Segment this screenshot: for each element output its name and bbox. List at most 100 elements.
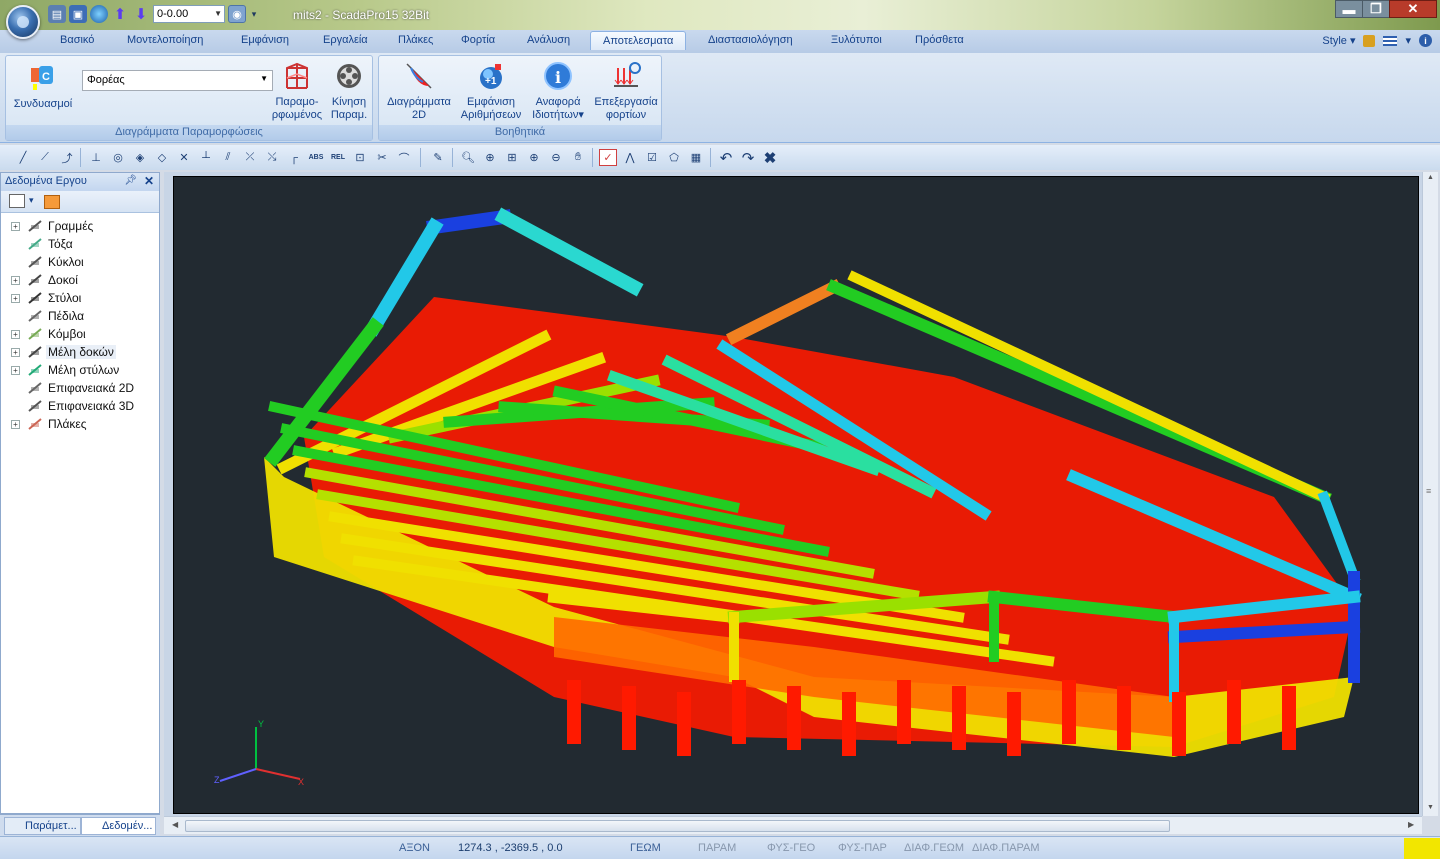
chevron-down-icon[interactable]: ▾ bbox=[1405, 34, 1411, 47]
status-param[interactable]: ΠΑΡΑΜ bbox=[698, 842, 736, 854]
tab-tools[interactable]: Εργαλεία bbox=[323, 34, 368, 46]
help-icon[interactable]: i bbox=[1419, 34, 1432, 47]
tab-analysis[interactable]: Ανάλυση bbox=[527, 34, 570, 46]
cut-icon[interactable]: ✂ bbox=[373, 149, 391, 166]
edit-loads-button[interactable]: Επεξεργασία φορτίων bbox=[591, 60, 661, 122]
tab-design[interactable]: Διαστασιολόγηση bbox=[708, 34, 793, 46]
zoom-window-icon[interactable]: ⊞ bbox=[503, 149, 521, 166]
status-diaf-param[interactable]: ΔΙΑΦ.ΠΑΡΑΜ bbox=[972, 842, 1040, 854]
tab-parameters[interactable]: Παράμετ... bbox=[4, 817, 81, 835]
expand-icon[interactable]: + bbox=[11, 420, 20, 429]
view-eye-icon[interactable]: ◉ bbox=[228, 5, 246, 23]
abs-coords-icon[interactable]: ABS bbox=[307, 149, 325, 166]
check-line-icon[interactable]: ⋀ bbox=[621, 149, 639, 166]
zoom-out-icon[interactable]: ⊖ bbox=[547, 149, 565, 166]
node-snap-icon[interactable]: ⊡ bbox=[351, 149, 369, 166]
scroll-thumb[interactable] bbox=[185, 820, 1170, 832]
tangent-snap-icon[interactable]: ◇ bbox=[153, 149, 171, 166]
pen-icon[interactable]: ✎ bbox=[429, 149, 447, 166]
check-icon[interactable]: ✓ bbox=[599, 149, 617, 166]
tab-basic[interactable]: Βασικό bbox=[60, 34, 94, 46]
zoom-extents-icon[interactable]: ⊕ bbox=[525, 149, 543, 166]
grid-icon[interactable]: ▦ bbox=[687, 149, 705, 166]
language-flag-icon[interactable] bbox=[1383, 35, 1398, 46]
apparent-intersection-icon[interactable]: ⤫ bbox=[241, 149, 259, 166]
midpoint-snap-icon[interactable]: ┴ bbox=[197, 149, 215, 166]
expand-icon[interactable]: + bbox=[11, 294, 20, 303]
expand-icon[interactable]: + bbox=[11, 330, 20, 339]
polyline-tool-icon[interactable]: ⟋ bbox=[36, 149, 54, 166]
check-shape-icon[interactable]: ⬠ bbox=[665, 149, 683, 166]
tree-item[interactable]: Πέδιλα bbox=[1, 307, 159, 325]
combinations-button[interactable]: C Συνδυασμοί bbox=[8, 62, 78, 111]
delete-icon[interactable]: ✖ bbox=[761, 149, 779, 167]
tab-formwork[interactable]: Ξυλότυποι bbox=[831, 34, 882, 46]
check-box-icon[interactable]: ☑ bbox=[643, 149, 661, 166]
tab-modeling[interactable]: Μοντελοποίηση bbox=[127, 34, 203, 46]
chevron-down-icon[interactable]: ▾ bbox=[29, 195, 34, 206]
motion-button[interactable]: Κίνηση Παραμ. bbox=[326, 60, 372, 122]
print-icon[interactable]: ▤ bbox=[48, 5, 66, 23]
intersection-snap-icon[interactable]: ✕ bbox=[175, 149, 193, 166]
horizontal-scrollbar[interactable]: ◀ ▶ bbox=[164, 816, 1422, 834]
show-numbering-button[interactable]: +1 Εμφάνιση Αριθμήσεων bbox=[457, 60, 525, 122]
tree-item[interactable]: + Μέλη στύλων bbox=[1, 361, 159, 379]
scroll-left-icon[interactable]: ◀ bbox=[172, 820, 178, 829]
parallel-snap-icon[interactable]: ⫽ bbox=[219, 149, 237, 166]
tree-item[interactable]: + Γραμμές bbox=[1, 217, 159, 235]
expand-icon[interactable]: + bbox=[11, 276, 20, 285]
tree-item[interactable]: + Μέλη δοκών bbox=[1, 343, 159, 361]
status-fys-par[interactable]: ΦΥΣ-ΠΑΡ bbox=[838, 842, 887, 854]
customize-qat-icon[interactable]: ▾ bbox=[249, 5, 259, 23]
pan-icon[interactable]: ✋︎ bbox=[569, 149, 587, 166]
center-snap-icon[interactable]: ◎ bbox=[109, 149, 127, 166]
scroll-down-icon[interactable]: ▼ bbox=[1427, 804, 1434, 811]
scroll-right-icon[interactable]: ▶ bbox=[1408, 820, 1414, 829]
zoom-icon[interactable]: 🔍︎ bbox=[459, 149, 477, 166]
status-fys-geo[interactable]: ΦΥΣ-ΓΕΟ bbox=[767, 842, 815, 854]
style-menu[interactable]: Style ▾ bbox=[1322, 34, 1355, 47]
expand-icon[interactable]: + bbox=[11, 222, 20, 231]
diagrams-2d-button[interactable]: Διαγράμματα 2D bbox=[381, 60, 457, 122]
level-combo[interactable]: 0-0.00 ▼ bbox=[153, 5, 225, 23]
level-down-icon[interactable]: ⬇ bbox=[132, 5, 150, 23]
redo-icon[interactable]: ↷ bbox=[739, 149, 757, 167]
tree-view-icon[interactable] bbox=[9, 194, 25, 208]
maximize-button[interactable]: ❐ bbox=[1362, 0, 1390, 18]
arc-tool-icon[interactable]: ⤴ bbox=[58, 149, 76, 166]
ortho-icon[interactable]: ┌ bbox=[285, 149, 303, 166]
tree-item[interactable]: + Δοκοί bbox=[1, 271, 159, 289]
tab-project-data[interactable]: Δεδομέν... bbox=[81, 817, 157, 835]
lock-icon[interactable] bbox=[1363, 34, 1376, 47]
tree-item[interactable]: Επιφανειακά 3D bbox=[1, 397, 159, 415]
status-diaf-geom[interactable]: ΔΙΑΦ.ΓΕΩΜ bbox=[904, 842, 964, 854]
refresh-icon[interactable] bbox=[44, 195, 60, 209]
application-menu-button[interactable] bbox=[6, 5, 40, 39]
extension-snap-icon[interactable]: ⤯ bbox=[263, 149, 281, 166]
zoom-in-icon[interactable]: ⊕ bbox=[481, 149, 499, 166]
image-icon[interactable]: ▣ bbox=[69, 5, 87, 23]
undo-icon[interactable]: ↶ bbox=[717, 149, 735, 167]
tab-slabs[interactable]: Πλάκες bbox=[398, 34, 433, 46]
magnet-icon[interactable]: ⌒ bbox=[395, 149, 413, 166]
globe-icon[interactable] bbox=[90, 5, 108, 23]
minimize-button[interactable]: ▬ bbox=[1335, 0, 1363, 18]
tab-view[interactable]: Εμφάνιση bbox=[241, 34, 289, 46]
status-axon[interactable]: ΑΞΟΝ bbox=[399, 842, 430, 854]
rel-coords-icon[interactable]: REL bbox=[329, 149, 347, 166]
perpendicular-snap-icon[interactable]: ⊥ bbox=[87, 149, 105, 166]
line-tool-icon[interactable]: ╱ bbox=[14, 149, 32, 166]
tree-item[interactable]: Κύκλοι bbox=[1, 253, 159, 271]
scroll-up-icon[interactable]: ▲ bbox=[1427, 174, 1434, 181]
tree-item[interactable]: + Κόμβοι bbox=[1, 325, 159, 343]
expand-icon[interactable]: + bbox=[11, 366, 20, 375]
vertical-scrollbar[interactable]: ▲ ≡ ▼ bbox=[1422, 172, 1438, 816]
pin-icon[interactable]: 📌︎ bbox=[124, 175, 137, 186]
tree-item[interactable]: Επιφανειακά 2D bbox=[1, 379, 159, 397]
tab-addons[interactable]: Πρόσθετα bbox=[915, 34, 964, 46]
tab-results[interactable]: Αποτελεσματα bbox=[590, 31, 687, 50]
status-geom[interactable]: ΓΕΩΜ bbox=[630, 842, 661, 854]
carrier-select[interactable]: Φορέας ▼ bbox=[82, 70, 273, 91]
properties-report-button[interactable]: i Αναφορά Ιδιοτήτων▾ bbox=[525, 60, 591, 122]
quadrant-snap-icon[interactable]: ◈ bbox=[131, 149, 149, 166]
